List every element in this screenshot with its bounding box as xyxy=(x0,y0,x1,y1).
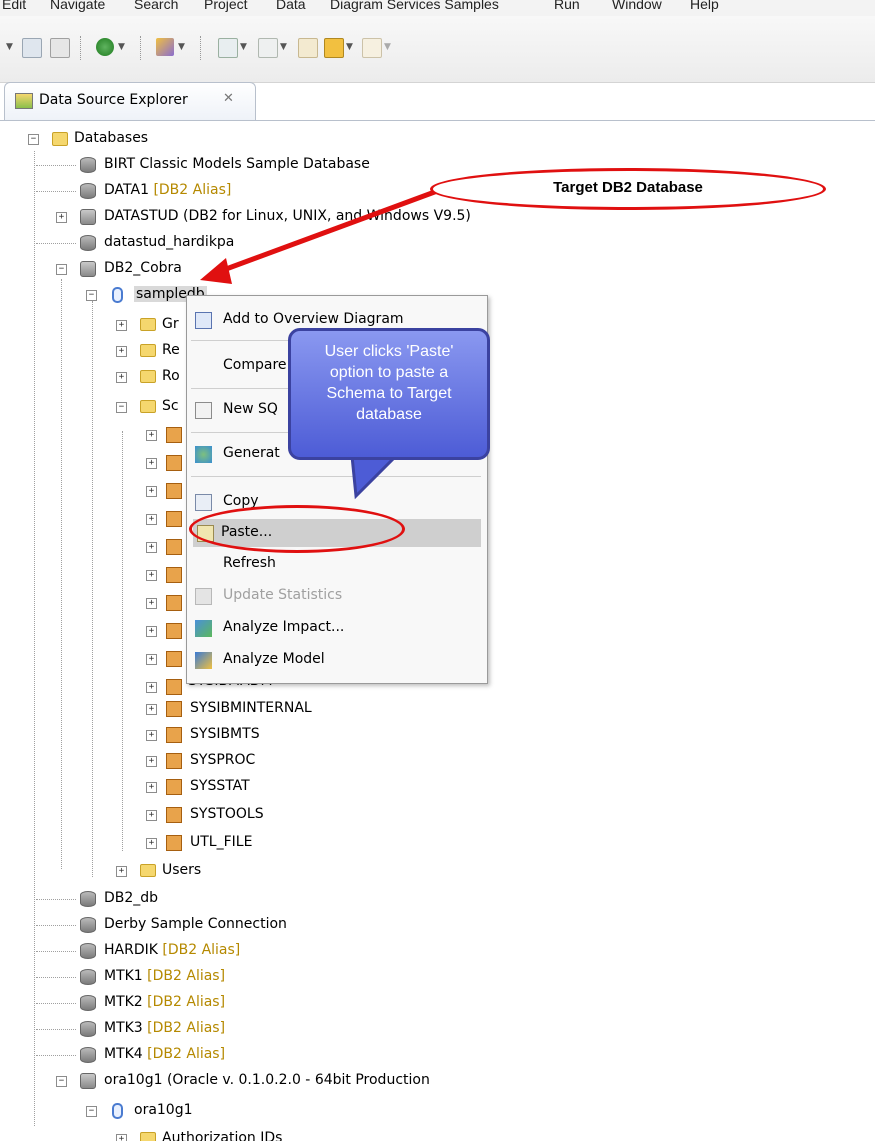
target-arrow-line xyxy=(217,187,441,275)
bubble-text-line: option to paste a xyxy=(329,364,449,381)
instruction-bubble: User clicks 'Paste' option to paste a Sc… xyxy=(288,328,490,460)
bubble-text-line: User clicks 'Paste' xyxy=(324,343,454,360)
bubble-text-line: database xyxy=(356,406,422,423)
arrow-head-icon xyxy=(200,258,232,284)
callout-text: Target DB2 Database xyxy=(553,179,703,196)
bubble-tail xyxy=(350,454,400,500)
bubble-text-line: Schema to Target xyxy=(326,385,452,402)
target-database-callout: Target DB2 Database xyxy=(430,168,826,210)
paste-highlight-ring xyxy=(189,505,405,553)
